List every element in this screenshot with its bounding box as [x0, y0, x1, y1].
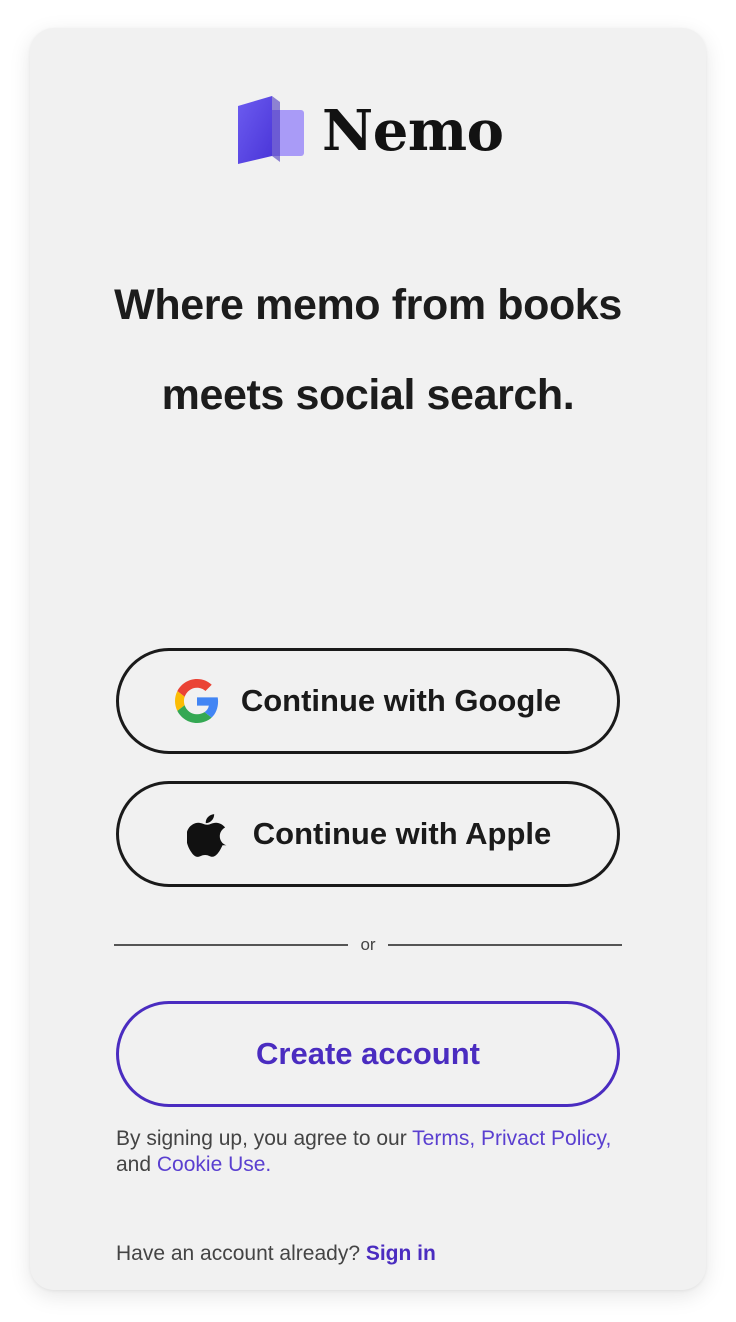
- privacy-policy-link[interactable]: Privact Policy,: [481, 1127, 611, 1150]
- headline-line-1: Where memo from books: [114, 281, 622, 329]
- signin-prompt: Have an account already?: [116, 1242, 366, 1265]
- sign-in-link[interactable]: Sign in: [366, 1242, 436, 1265]
- apple-button-label: Continue with Apple: [252, 816, 552, 851]
- book-logo-icon: [238, 96, 304, 164]
- divider-text: or: [360, 935, 376, 954]
- google-button-label: Continue with Google: [240, 683, 562, 718]
- or-divider: or: [114, 932, 622, 958]
- brand-name: Nemo: [322, 98, 504, 164]
- terms-link[interactable]: Terms,: [412, 1127, 475, 1150]
- create-account-label: Create account: [256, 1036, 480, 1071]
- cookie-use-link[interactable]: Cookie Use.: [157, 1153, 271, 1176]
- signin-prompt-row: Have an account already? Sign in: [116, 1242, 436, 1266]
- continue-with-apple-button[interactable]: Continue with Apple: [116, 781, 620, 887]
- divider-line-left: [114, 944, 349, 946]
- continue-with-google-button[interactable]: Continue with Google: [116, 648, 620, 754]
- brand-logo: Nemo: [234, 92, 504, 170]
- onboarding-card: Nemo Where memo from books meets social …: [30, 28, 706, 1290]
- apple-icon: [185, 812, 229, 857]
- terms-prefix: By signing up, you agree to our: [116, 1127, 413, 1150]
- terms-and-text: and: [116, 1153, 157, 1176]
- terms-notice: By signing up, you agree to our Terms, P…: [116, 1126, 676, 1178]
- headline-line-2: meets social search.: [161, 371, 575, 419]
- create-account-button[interactable]: Create account: [116, 1001, 620, 1107]
- google-icon: [174, 679, 219, 723]
- divider-line-right: [387, 944, 622, 946]
